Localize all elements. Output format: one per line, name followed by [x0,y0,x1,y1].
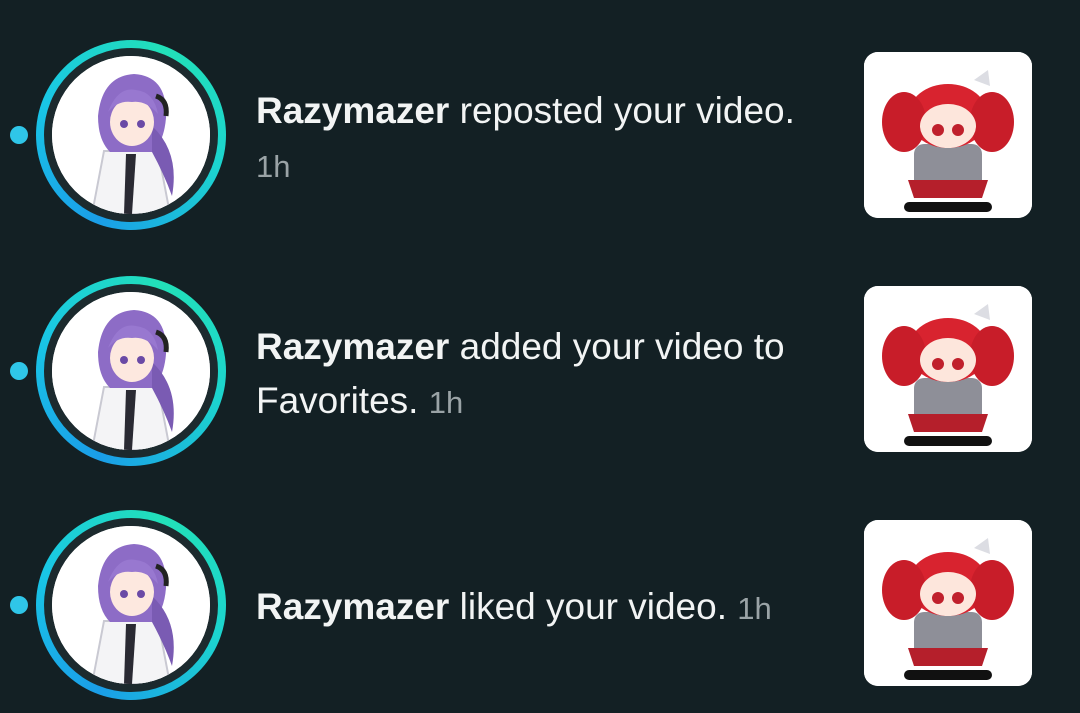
activity-notification-list: Razymazer reposted your video. 1h Razyma… [0,0,1080,713]
unread-indicator-dot [10,126,28,144]
unread-indicator-dot [10,362,28,380]
story-ring[interactable] [36,510,226,700]
notification-row[interactable]: Razymazer reposted your video. 1h [0,40,1080,230]
user-avatar-purple-hair-icon [52,56,210,214]
notification-timestamp: 1h [428,385,464,420]
red-hair-plush-thumbnail-icon [864,52,1032,218]
story-ring[interactable] [36,276,226,466]
red-hair-plush-thumbnail-icon [864,286,1032,452]
notification-timestamp: 1h [737,591,772,626]
red-hair-plush-thumbnail-icon [864,520,1032,686]
user-avatar[interactable] [52,292,210,450]
notification-text: Razymazer added your video to Favorites.… [256,320,836,430]
notification-row[interactable]: Razymazer added your video to Favorites.… [0,276,1080,466]
video-thumbnail[interactable] [864,520,1032,686]
notification-username[interactable]: Razymazer [256,586,449,627]
notification-text: Razymazer liked your video. 1h [256,580,836,636]
user-avatar-purple-hair-icon [52,292,210,450]
notification-action: liked your video. [459,586,727,627]
user-avatar-purple-hair-icon [52,526,210,684]
video-thumbnail[interactable] [864,52,1032,218]
unread-indicator-dot [10,596,28,614]
notification-action: reposted your video. [459,90,795,131]
avatar-border [44,48,218,222]
avatar-border [44,518,218,692]
notification-username[interactable]: Razymazer [256,326,449,367]
user-avatar[interactable] [52,56,210,214]
story-ring[interactable] [36,40,226,230]
video-thumbnail[interactable] [864,286,1032,452]
notification-row[interactable]: Razymazer liked your video. 1h [0,510,1080,700]
avatar-border [44,284,218,458]
notification-username[interactable]: Razymazer [256,90,449,131]
notification-text: Razymazer reposted your video. 1h [256,84,836,194]
notification-timestamp: 1h [256,149,291,184]
user-avatar[interactable] [52,526,210,684]
